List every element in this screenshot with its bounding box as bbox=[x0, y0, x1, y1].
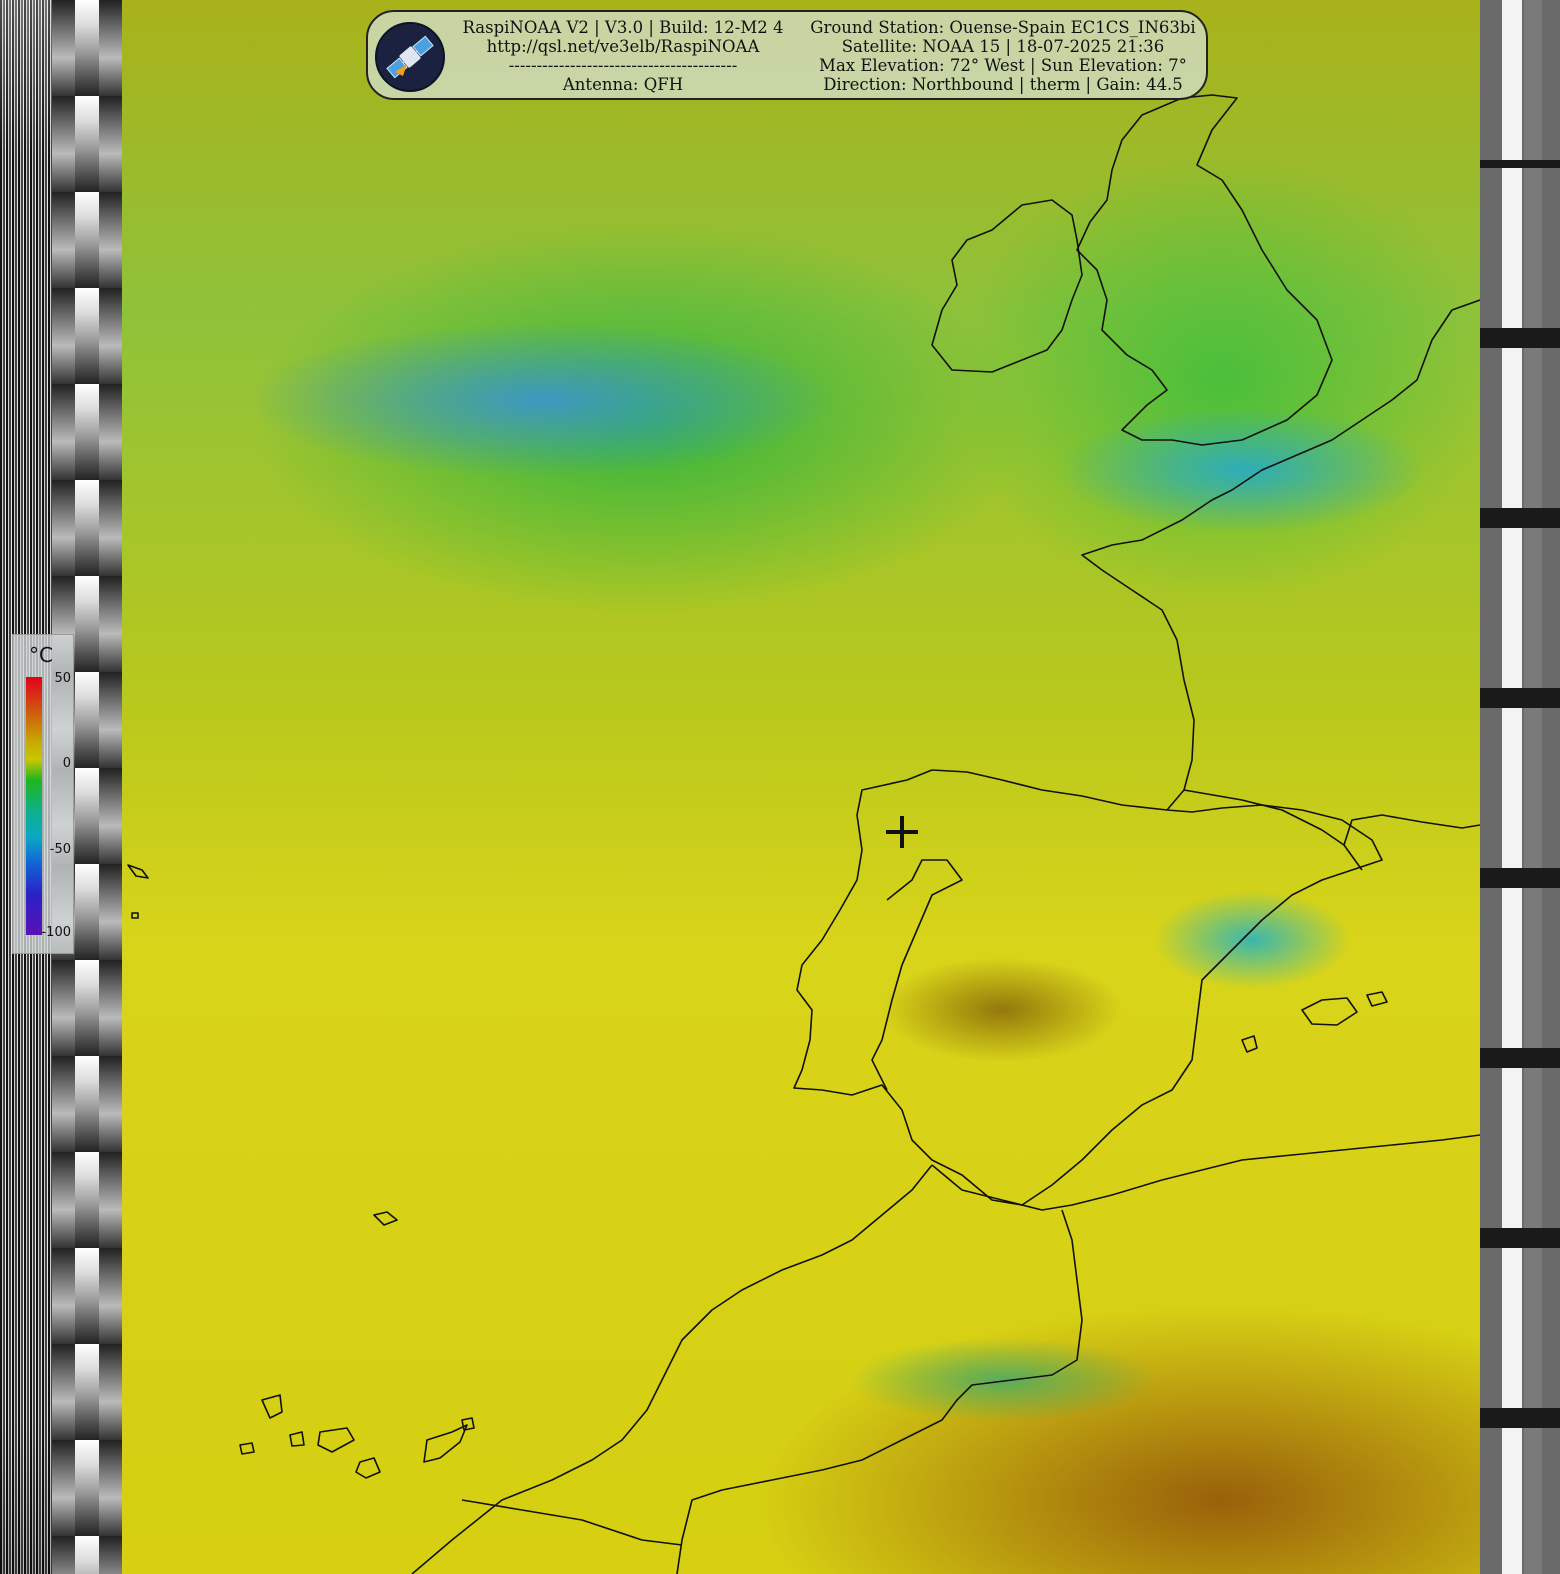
separator-line: ----------------------------------------… bbox=[508, 56, 738, 75]
ground-station-line: Ground Station: Ouense-Spain EC1CS_IN63b… bbox=[810, 18, 1196, 37]
thermal-satellite-map bbox=[122, 0, 1480, 1574]
satellite-line: Satellite: NOAA 15 | 18-07-2025 21:36 bbox=[841, 37, 1165, 56]
antenna-line: Antenna: QFH bbox=[562, 75, 684, 94]
legend-tick-minus-100: -100 bbox=[41, 925, 71, 940]
elevation-line: Max Elevation: 72° West | Sun Elevation:… bbox=[819, 56, 1187, 75]
software-url-line: http://qsl.net/ve3elb/RaspiNOAA bbox=[486, 37, 760, 56]
pass-info-panel: RaspiNOAA V2 | V3.0 | Build: 12-M2 4 htt… bbox=[366, 10, 1208, 100]
software-version-line: RaspiNOAA V2 | V3.0 | Build: 12-M2 4 bbox=[462, 18, 784, 37]
temperature-legend: °C 50 0 -50 -100 bbox=[12, 634, 74, 954]
legend-tick-0: 0 bbox=[62, 756, 71, 771]
legend-tick-minus-50: -50 bbox=[49, 842, 71, 857]
satellite-icon bbox=[375, 22, 445, 92]
legend-color-bar bbox=[26, 677, 42, 935]
pass-details-text: Ground Station: Ouense-Spain EC1CS_IN63b… bbox=[808, 18, 1198, 94]
direction-gain-line: Direction: Northbound | therm | Gain: 44… bbox=[823, 75, 1183, 94]
crosshair-icon bbox=[883, 813, 921, 851]
legend-tick-50: 50 bbox=[54, 671, 71, 686]
coastline-overlay bbox=[127, 94, 1480, 1574]
software-info-text: RaspiNOAA V2 | V3.0 | Build: 12-M2 4 htt… bbox=[458, 18, 788, 94]
legend-unit-label: °C bbox=[29, 643, 53, 667]
satellite-image-frame: RaspiNOAA V2 | V3.0 | Build: 12-M2 4 htt… bbox=[0, 0, 1560, 1574]
telemetry-wedges-right bbox=[1480, 0, 1560, 1574]
